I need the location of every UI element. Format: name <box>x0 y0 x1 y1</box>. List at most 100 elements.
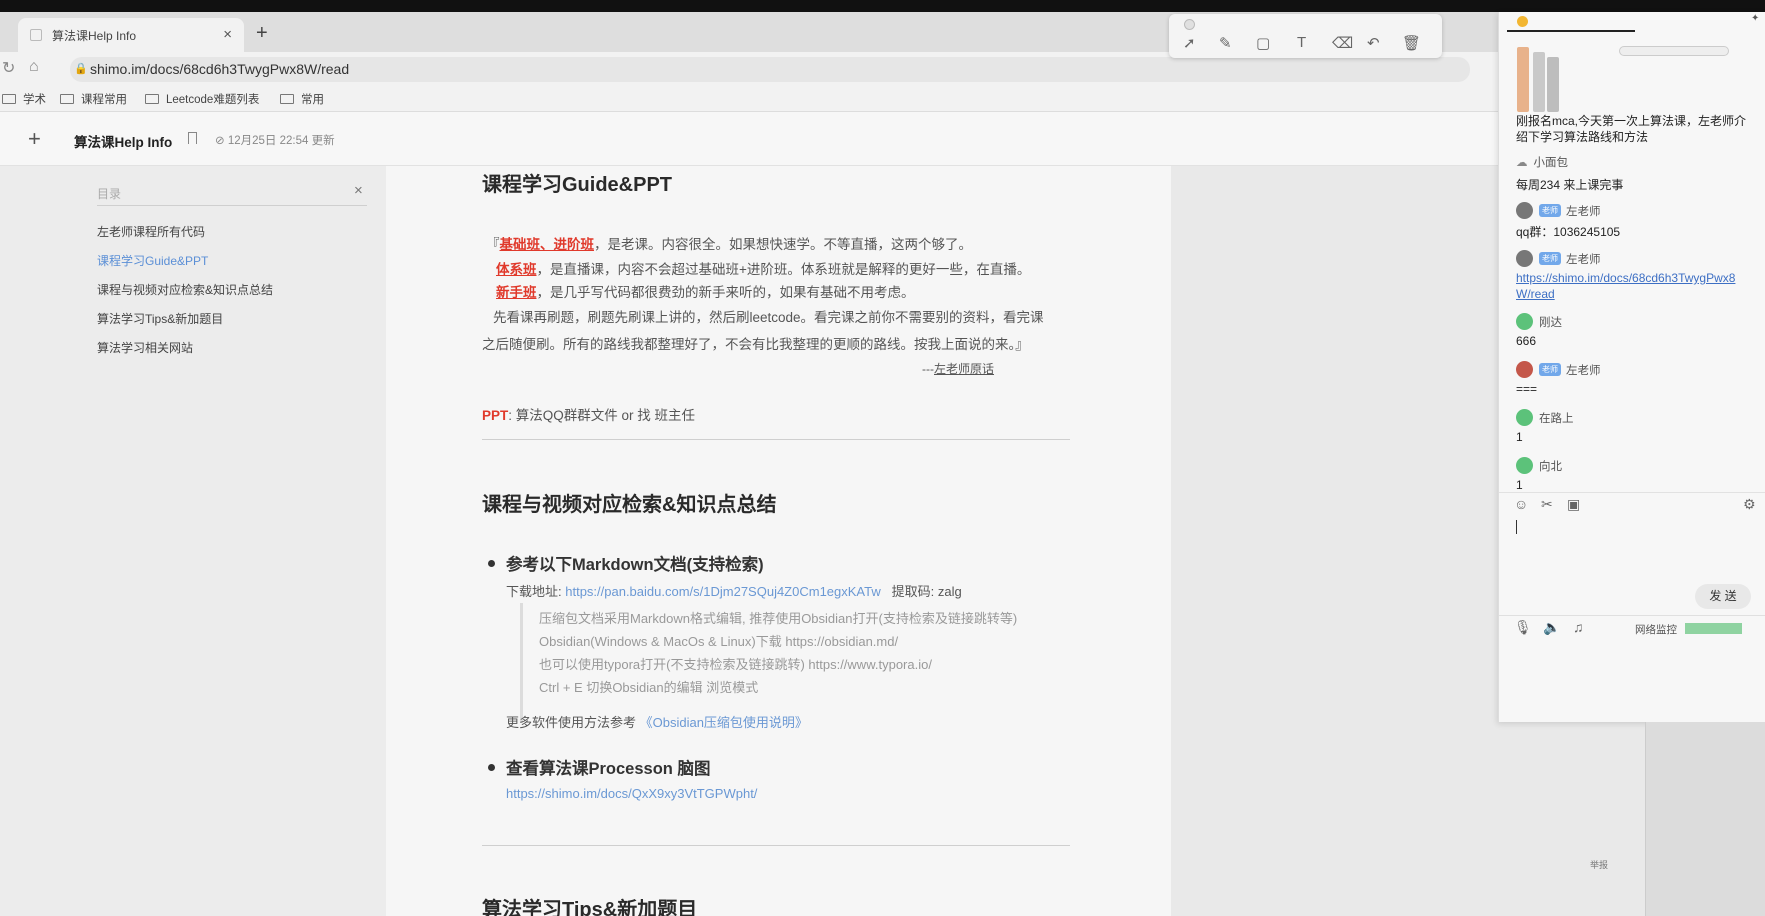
heading-course: 课程与视频对应检索&知识点总结 <box>482 494 777 516</box>
folder-icon <box>2 94 16 104</box>
pointer-icon[interactable]: ➚ <box>1183 34 1196 52</box>
eraser-icon[interactable]: ⌫ <box>1332 34 1353 52</box>
settings-icon[interactable]: ⚙ <box>1743 496 1756 513</box>
user-avatar-icon: ☁ <box>1516 157 1528 169</box>
chat-scroll-bar[interactable] <box>1619 46 1729 56</box>
screen-top-bar <box>0 0 1765 12</box>
folder-icon <box>280 94 294 104</box>
bookmark-folder[interactable]: 课程常用 <box>60 91 127 107</box>
speaker-icon[interactable]: 🔈 <box>1543 619 1560 636</box>
home-icon[interactable]: ⌂ <box>29 58 39 76</box>
quote-open: 『 <box>486 237 500 252</box>
bullet-dot <box>488 764 495 771</box>
user-name: 左老师 <box>1566 253 1601 266</box>
teacher-badge: 老师 <box>1539 252 1561 265</box>
chat-link[interactable]: W/read <box>1516 287 1555 301</box>
wechat-avatar <box>1516 313 1533 330</box>
obsidian-guide-link[interactable]: 《Obsidian压缩包使用说明》 <box>640 715 808 730</box>
chat-link[interactable]: https://shimo.im/docs/68cd6h3TwygPwx8 <box>1516 271 1735 285</box>
bookmark-folder[interactable]: 常用 <box>280 91 324 107</box>
toc-close-icon[interactable]: × <box>354 182 363 199</box>
bookmark-label: 学术 <box>23 94 46 106</box>
scissors-icon[interactable]: ✂ <box>1541 496 1553 513</box>
bookmark-label: Leetcode难题列表 <box>166 94 260 106</box>
heading-tips: 算法学习Tips&新加题目 <box>482 899 698 916</box>
quote-text: Obsidian(Windows & MacOs & Linux)下载 http… <box>539 634 899 649</box>
doc-title: 算法课Help Info <box>74 135 173 150</box>
report-button[interactable]: 举报 <box>1590 858 1608 871</box>
url-field[interactable]: 🔒 shimo.im/docs/68cd6h3TwygPwx8W/read <box>70 57 1470 82</box>
chat-footer: 🎙 🔈 ♫ 网络监控 <box>1499 615 1765 640</box>
ppt-label: PPT <box>482 408 509 423</box>
page-icon <box>30 29 42 41</box>
toc-item-active[interactable]: 课程学习Guide&PPT <box>97 252 208 269</box>
quote-text: 也可以使用typora打开(不支持检索及链接跳转) https://www.ty… <box>539 657 932 672</box>
live-chat-panel: ✦ 刚报名mca,今天第一次上算法课，左老师介 绍下学习算法路线和方法 ☁ 小面包… <box>1498 12 1765 722</box>
newbie-class-link[interactable]: 新手班 <box>496 285 537 300</box>
undo-icon[interactable]: ↶ <box>1367 34 1380 52</box>
quote-line-5: 之后随便刷。所有的路线我都整理好了，不会有比我整理的更顺的路线。按我上面说的来。… <box>482 337 1029 352</box>
send-button[interactable]: 发 送 <box>1695 584 1751 609</box>
user-name: 刚达 <box>1539 316 1562 329</box>
toc-item[interactable]: 课程与视频对应检索&知识点总结 <box>97 281 273 298</box>
more-label: 更多软件使用方法参考 <box>506 715 640 730</box>
quote-line-4: 先看课再刷题，刷题先刷课上讲的，然后刷leetcode。看完课之前你不需要别的资… <box>493 310 1044 325</box>
system-class-link[interactable]: 体系班 <box>496 262 537 277</box>
markdown-doc-title: 参考以下Markdown文档(支持检索) <box>506 556 764 574</box>
quote-line-2: 体系班，是直播课，内容不会超过基础班+进阶班。体系班就是解释的更好一些，在直播。 <box>496 258 1030 278</box>
rectangle-icon[interactable]: ▢ <box>1256 34 1270 52</box>
thumbnail-bar <box>1517 47 1529 112</box>
quote-signature: ---左老师原话 <box>922 360 994 377</box>
background-window <box>1645 722 1765 916</box>
download-line: 下载地址: https://pan.baidu.com/s/1Djm27SQuj… <box>506 581 962 600</box>
wechat-avatar <box>1516 409 1533 426</box>
music-icon[interactable]: ♫ <box>1573 619 1584 635</box>
user-name: 小面包 <box>1533 157 1569 169</box>
basic-class-link[interactable]: 基础班、进阶班 <box>500 237 595 252</box>
pen-icon[interactable]: ✎ <box>1219 34 1232 52</box>
toc-item[interactable]: 算法学习Tips&新加题目 <box>97 310 223 327</box>
chat-message: 1 <box>1516 430 1523 444</box>
browser-tab[interactable]: 算法课Help Info × <box>18 18 244 52</box>
more-line: 更多软件使用方法参考 《Obsidian压缩包使用说明》 <box>506 712 808 731</box>
link-text[interactable]: W/read <box>1516 287 1555 301</box>
toolbar-handle[interactable] <box>1184 19 1195 30</box>
processon-link[interactable]: https://shimo.im/docs/QxX9xy3VtTGPWpht/ <box>506 786 757 801</box>
link-text[interactable]: https://shimo.im/docs/68cd6h3TwygPwx8 <box>1516 271 1735 285</box>
chat-message: 666 <box>1516 334 1537 348</box>
quote-text: ，是直播课，内容不会超过基础班+进阶班。体系班就是解释的更好一些，在直播。 <box>536 262 1031 277</box>
tab-close-icon[interactable]: × <box>223 26 232 43</box>
doc-header: + 算法课Help Info ⊘ 12月25日 22:54 更新 <box>0 112 1500 166</box>
wechat-avatar <box>1516 457 1533 474</box>
toc-item[interactable]: 左老师课程所有代码 <box>97 223 205 240</box>
folder-icon <box>60 94 74 104</box>
divider <box>482 845 1070 846</box>
download-link[interactable]: https://pan.baidu.com/s/1Djm27SQuj4Z0Cm1… <box>565 584 881 599</box>
teacher-badge: 老师 <box>1539 204 1561 217</box>
new-tab-button[interactable]: + <box>256 22 268 45</box>
network-monitor-label: 网络监控 <box>1635 624 1677 636</box>
chat-message: === <box>1516 382 1538 396</box>
text-icon[interactable]: T <box>1297 34 1306 51</box>
bookmark-folder[interactable]: Leetcode难题列表 <box>145 91 259 107</box>
user-name: 在路上 <box>1539 412 1574 425</box>
user-name: 向北 <box>1539 460 1562 473</box>
signature-text: 左老师原话 <box>934 362 995 376</box>
processon-url[interactable]: https://shimo.im/docs/QxX9xy3VtTGPWpht/ <box>506 786 757 801</box>
toc-item[interactable]: 算法学习相关网站 <box>97 339 193 356</box>
trash-icon[interactable]: 🗑 <box>1402 34 1421 52</box>
chat-input[interactable] <box>1516 520 1517 534</box>
bookmark-icon[interactable] <box>188 132 197 144</box>
updated-time: ⊘ 12月25日 22:54 更新 <box>215 135 335 147</box>
chat-user: ☁ 小面包 <box>1516 154 1568 170</box>
image-icon[interactable]: ▣ <box>1567 496 1580 513</box>
pin-icon[interactable]: ✦ <box>1751 13 1759 24</box>
bookmarks-bar: 学术 课程常用 Leetcode难题列表 常用 <box>0 86 1500 112</box>
bookmark-folder[interactable]: 学术 <box>2 91 46 107</box>
reload-icon[interactable]: ↻ <box>2 58 15 78</box>
avatar <box>1516 361 1533 378</box>
status-dot <box>1517 16 1528 27</box>
microphone-icon[interactable]: 🎙 <box>1514 619 1532 636</box>
emoji-icon[interactable]: ☺ <box>1514 496 1528 512</box>
create-button[interactable]: + <box>28 126 41 152</box>
